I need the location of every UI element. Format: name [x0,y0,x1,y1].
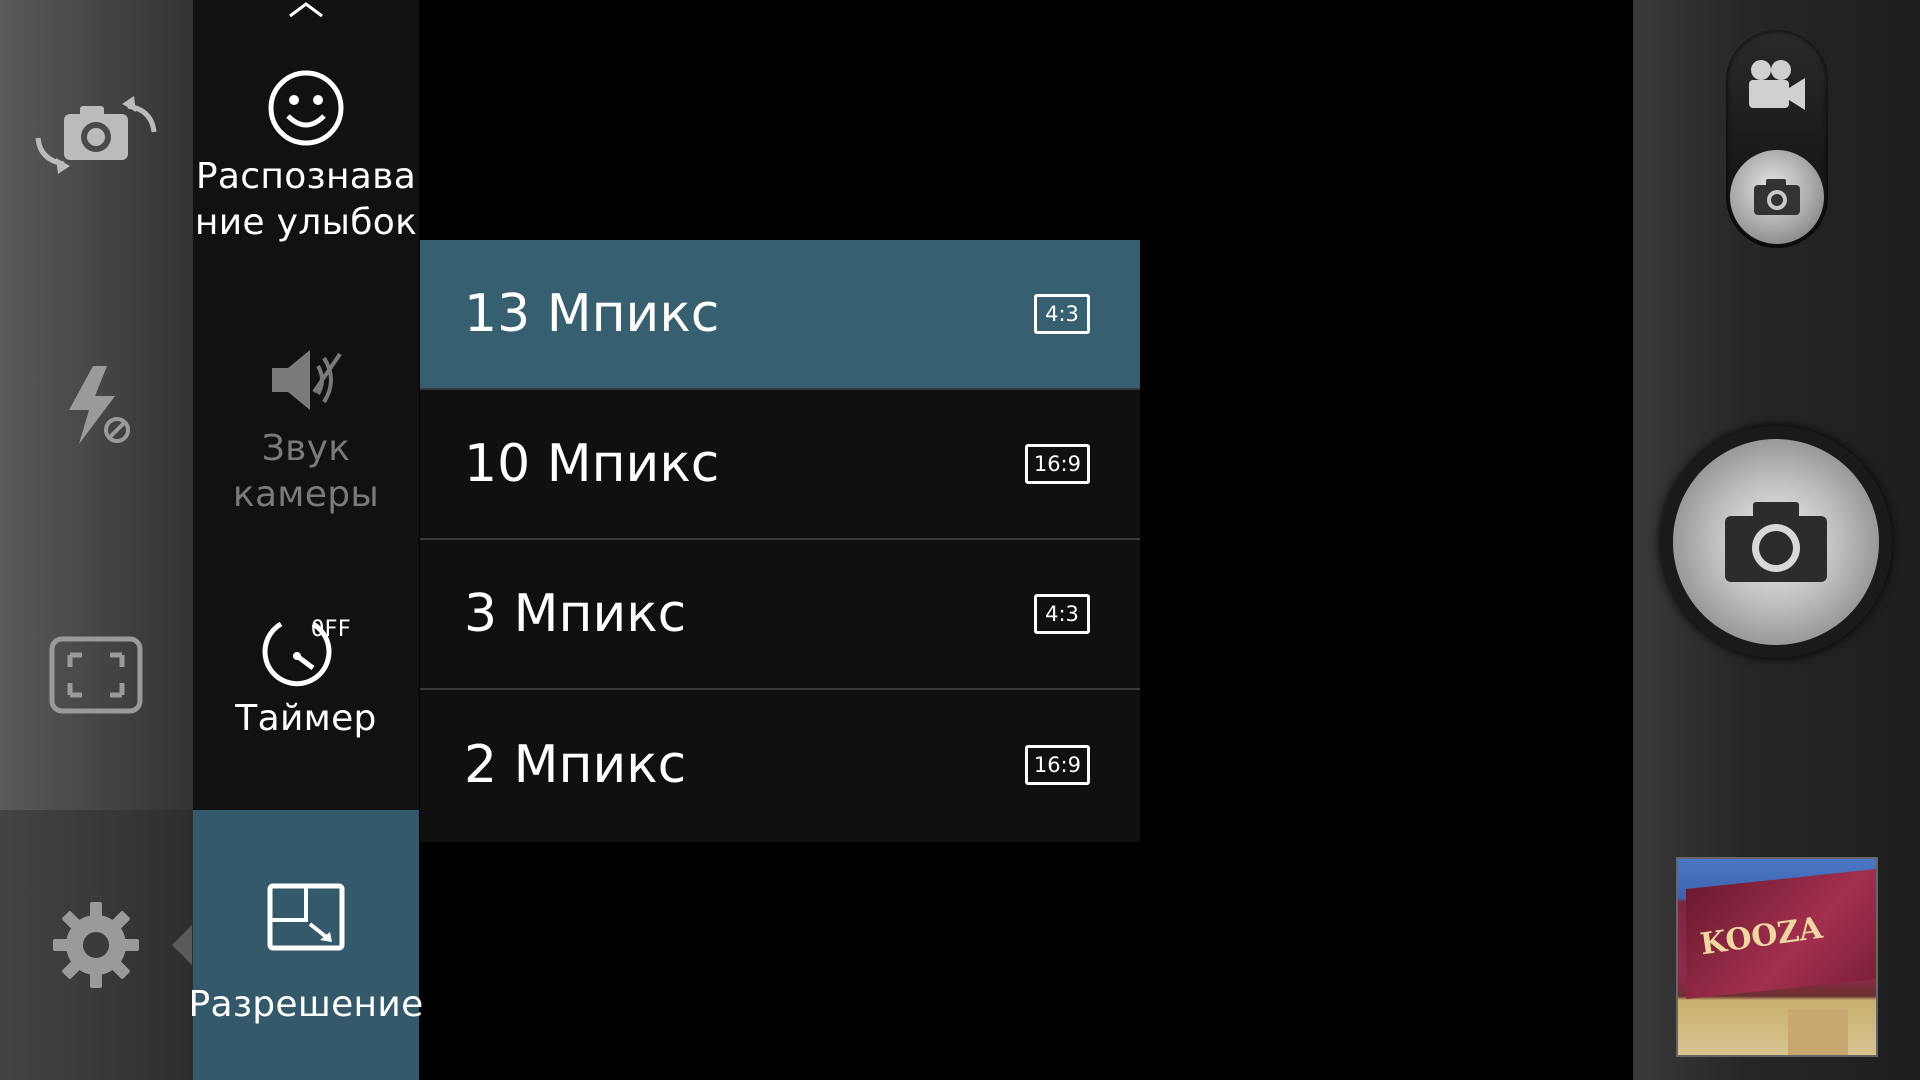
resolution-submenu: 13 Мпикс 4:3 10 Мпикс 16:9 3 Мпикс 4:3 2… [420,240,1140,842]
aspect-ratio-badge: 16:9 [1024,745,1090,785]
photo-camera-icon [1754,179,1800,215]
switch-camera-button[interactable] [18,85,173,185]
menu-item-label: Таймер [235,698,377,739]
switch-camera-icon [35,96,156,174]
thumbnail-building [1788,1009,1848,1055]
video-mode-button[interactable] [1726,44,1828,124]
timer-off-icon: OFF [262,617,351,687]
camera-icon [1725,502,1827,582]
menu-item-label: Звук камеры [232,428,380,515]
resolution-option-3mp[interactable]: 3 Мпикс 4:3 [420,540,1140,690]
aspect-ratio-badge: 16:9 [1024,444,1090,484]
settings-pointer [172,925,192,965]
left-toolbar [0,0,193,1080]
menu-item-timer[interactable]: OFF Таймер [193,610,419,770]
last-photo-thumbnail[interactable]: KOOZA [1676,857,1878,1057]
aspect-ratio-badge: 4:3 [1034,294,1090,334]
menu-item-camera-sound[interactable]: Звук камеры [193,340,419,530]
shutter-button-ring [1660,426,1892,658]
menu-item-smile-detection[interactable]: Распознава ние улыбок [193,68,419,258]
svg-text:OFF: OFF [311,617,351,642]
menu-item-label: Распознава ние улыбок [194,156,418,243]
scroll-up-arrow[interactable] [193,0,419,24]
smile-icon [268,70,344,146]
settings-button[interactable] [18,895,173,995]
settings-icon [52,902,139,988]
settings-menu: Распознава ние улыбок Звук камеры OFF Та… [188,0,423,1080]
shooting-mode-button[interactable] [18,630,173,720]
resolution-option-13mp[interactable]: 13 Мпикс 4:3 [420,240,1140,390]
resolution-option-2mp[interactable]: 2 Мпикс 16:9 [420,690,1140,840]
camera-mode-toggle[interactable] [1726,30,1828,248]
resolution-option-10mp[interactable]: 10 Мпикс 16:9 [420,390,1140,540]
photo-mode-knob[interactable] [1730,150,1824,244]
flash-button[interactable] [18,355,173,455]
video-camera-icon [1749,60,1805,110]
menu-item-resolution[interactable]: Разрешение [188,810,423,1080]
camera-sound-icon [272,350,342,410]
resolution-icon [267,883,345,951]
resolution-option-label: 10 Мпикс [464,434,720,494]
chevron-up-icon [289,2,323,18]
aspect-ratio-badge: 4:3 [1034,594,1090,634]
menu-item-label: Разрешение [188,984,424,1025]
flash-off-icon [68,366,130,444]
shooting-mode-icon [49,636,142,714]
resolution-option-label: 2 Мпикс [464,735,687,795]
shutter-button[interactable] [1673,439,1879,645]
resolution-option-label: 13 Мпикс [464,284,720,344]
resolution-option-label: 3 Мпикс [464,584,687,644]
